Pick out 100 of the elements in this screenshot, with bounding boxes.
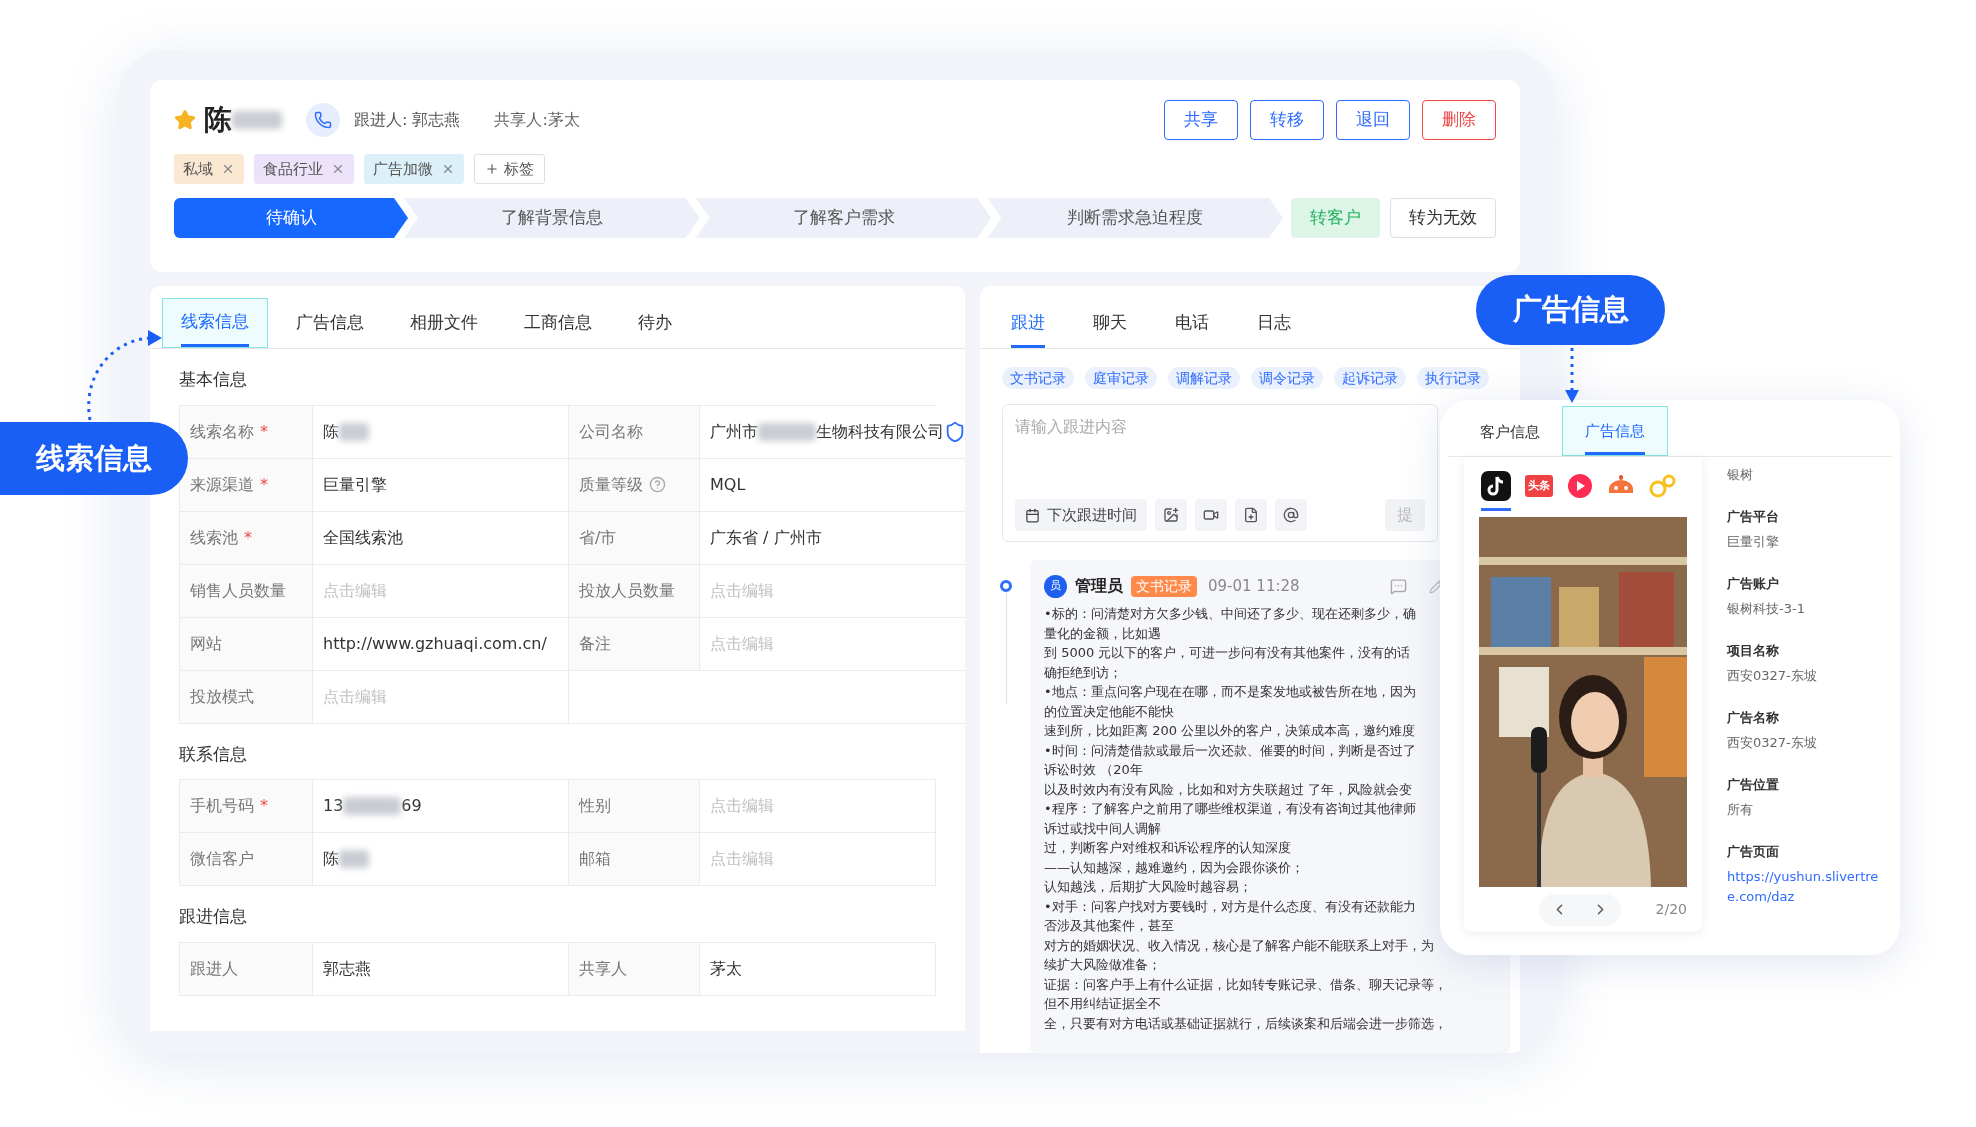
field-input[interactable]: 点击编辑 bbox=[710, 794, 925, 818]
tab[interactable]: 相册文件 bbox=[392, 298, 496, 348]
stage-action-button[interactable]: 转客户 bbox=[1291, 198, 1380, 238]
remove-icon[interactable] bbox=[331, 162, 345, 176]
field-label: 广告账户 bbox=[1727, 574, 1780, 593]
tab[interactable]: 广告信息 bbox=[278, 298, 382, 348]
field-value: 陈 bbox=[323, 848, 339, 870]
field-label: 共享人 bbox=[579, 957, 627, 980]
field-link[interactable]: https://yushun.slivertree.com/daz bbox=[1727, 867, 1887, 906]
stage-step[interactable]: 判断需求急迫程度 bbox=[987, 198, 1283, 238]
field-input[interactable]: 点击编辑 bbox=[323, 684, 558, 709]
music-note-app-icon bbox=[1481, 470, 1511, 501]
tab[interactable]: 跟进 bbox=[987, 298, 1069, 348]
tab[interactable]: 客户信息 bbox=[1458, 406, 1562, 456]
record-chip[interactable]: 调令记录 bbox=[1251, 367, 1323, 389]
file-button[interactable] bbox=[1235, 499, 1267, 531]
field-label: 广告名称 bbox=[1727, 708, 1780, 727]
add-tag-button[interactable]: 标签 bbox=[474, 154, 545, 184]
app-badge: 头条 bbox=[1525, 474, 1553, 497]
image-icon bbox=[1163, 507, 1179, 523]
tab[interactable]: 聊天 bbox=[1069, 298, 1151, 348]
field-input[interactable]: 点击编辑 bbox=[710, 631, 965, 656]
tab[interactable]: 电话 bbox=[1151, 298, 1233, 348]
remove-icon[interactable] bbox=[441, 162, 455, 176]
note-line: 否涉及其他案件，甚至 bbox=[1044, 917, 1174, 935]
note-line: 确拒绝到访； bbox=[1044, 663, 1122, 682]
note-line: •标的：问清楚对方欠多少钱、中间还了多少、现在还剩多少，确 bbox=[1044, 605, 1416, 623]
tab[interactable]: 线索信息 bbox=[162, 298, 268, 348]
section-title: 基本信息 bbox=[179, 368, 248, 391]
field-input[interactable]: 点击编辑 bbox=[710, 847, 925, 871]
star-icon[interactable] bbox=[174, 109, 196, 131]
field-value: 69 bbox=[401, 795, 422, 817]
field-label: 省/市 bbox=[579, 526, 617, 549]
file-plus-icon bbox=[1243, 507, 1259, 523]
schedule-button[interactable]: 下次跟进时间 bbox=[1015, 499, 1147, 531]
note-line: 过，判断客户对维权和诉讼程序的认知深度 bbox=[1044, 839, 1291, 857]
stage-action-button[interactable]: 转为无效 bbox=[1390, 198, 1496, 238]
field-label: 广告页面 bbox=[1727, 842, 1780, 861]
tag: 食品行业 bbox=[254, 154, 354, 184]
action-button[interactable]: 转移 bbox=[1250, 100, 1324, 140]
note-line: 认知越浅，后期扩大风险时越容易； bbox=[1044, 878, 1252, 896]
record-chip[interactable]: 文书记录 bbox=[1002, 367, 1074, 389]
note-line: 证据：问客户手上有什么证据，比如转专账记录、借条、聊天记录等， bbox=[1044, 975, 1447, 994]
note-line: 全，只要有对方电话或基础证据就行，后续谈案和后端会进一步筛选， bbox=[1044, 1014, 1447, 1033]
section-title: 跟进信息 bbox=[179, 905, 248, 928]
field-label: 网站 bbox=[190, 632, 222, 655]
field-label: 性别 bbox=[579, 795, 611, 817]
note-line: 但不用纠结证据全不 bbox=[1044, 995, 1161, 1013]
field-value: 西安0327-东坡 bbox=[1727, 734, 1818, 752]
field-input[interactable]: 点击编辑 bbox=[323, 578, 558, 603]
phone-icon[interactable] bbox=[306, 103, 340, 137]
stage-step[interactable]: 了解背景信息 bbox=[404, 198, 700, 238]
dotted-arrow bbox=[1563, 348, 1581, 404]
stage-step[interactable]: 待确认 bbox=[174, 198, 408, 238]
field-label: 线索池 bbox=[190, 526, 238, 549]
field-value: 广东省 / 广州市 bbox=[710, 526, 822, 549]
play-app-icon bbox=[1567, 472, 1593, 499]
field-label: 跟进人 bbox=[190, 957, 238, 980]
video-button[interactable] bbox=[1195, 499, 1227, 531]
tab[interactable]: 待办 bbox=[620, 298, 690, 348]
note-line: •时间：问清楚借款或最后一次还款、催要的时间，判断是否过了 bbox=[1044, 741, 1416, 760]
record-chip[interactable]: 调解记录 bbox=[1168, 367, 1240, 389]
section-title: 联系信息 bbox=[179, 742, 248, 766]
field-value: 生物科技有限公司 bbox=[816, 420, 944, 443]
calendar-icon bbox=[1025, 507, 1040, 523]
action-button[interactable]: 共享 bbox=[1164, 100, 1238, 140]
field-value: 西安0327-东坡 bbox=[1727, 667, 1818, 685]
record-chip[interactable]: 执行记录 bbox=[1417, 367, 1489, 389]
field-label: 微信客户 bbox=[190, 848, 254, 870]
record-tag: 文书记录 bbox=[1131, 575, 1197, 597]
record-chip[interactable]: 起诉记录 bbox=[1334, 367, 1406, 389]
required-mark: * bbox=[260, 795, 268, 817]
tab[interactable]: 工商信息 bbox=[506, 298, 610, 348]
note-line: 诉过或找中间人调解 bbox=[1044, 819, 1161, 838]
action-button[interactable]: 删除 bbox=[1422, 100, 1496, 140]
action-button[interactable]: 退回 bbox=[1336, 100, 1410, 140]
field-value: 巨量引擎 bbox=[323, 473, 387, 496]
field-input[interactable]: 点击编辑 bbox=[710, 578, 965, 603]
field-value: 银树科技-3-1 bbox=[1727, 600, 1806, 618]
mention-button[interactable] bbox=[1275, 499, 1307, 531]
follow-up-input[interactable]: 请输入跟进内容 下次跟进时间 提 bbox=[1002, 404, 1438, 542]
comment-icon[interactable] bbox=[1389, 577, 1407, 595]
field-label: 备注 bbox=[579, 632, 611, 655]
field-label: 线索名称 bbox=[190, 420, 254, 443]
field-value: 广州市 bbox=[710, 420, 758, 443]
field-value: 郭志燕 bbox=[323, 957, 371, 980]
record-chip[interactable]: 庭审记录 bbox=[1085, 367, 1157, 389]
required-mark: * bbox=[244, 526, 252, 549]
stage-step[interactable]: 了解客户需求 bbox=[695, 198, 992, 238]
image-button[interactable] bbox=[1155, 499, 1187, 531]
page-count: 2/20 bbox=[1655, 900, 1687, 919]
platform-tab[interactable]: 头条 bbox=[1525, 463, 1553, 511]
help-icon[interactable] bbox=[649, 476, 666, 493]
field-label: 邮箱 bbox=[579, 848, 611, 870]
tab[interactable]: 日志 bbox=[1233, 298, 1315, 348]
note-time: 09-01 11:28 bbox=[1208, 575, 1300, 597]
remove-icon[interactable] bbox=[221, 162, 235, 176]
field-label: 投放人员数量 bbox=[579, 579, 675, 602]
tab[interactable]: 广告信息 bbox=[1562, 406, 1668, 456]
avatar: 员 bbox=[1044, 574, 1067, 598]
